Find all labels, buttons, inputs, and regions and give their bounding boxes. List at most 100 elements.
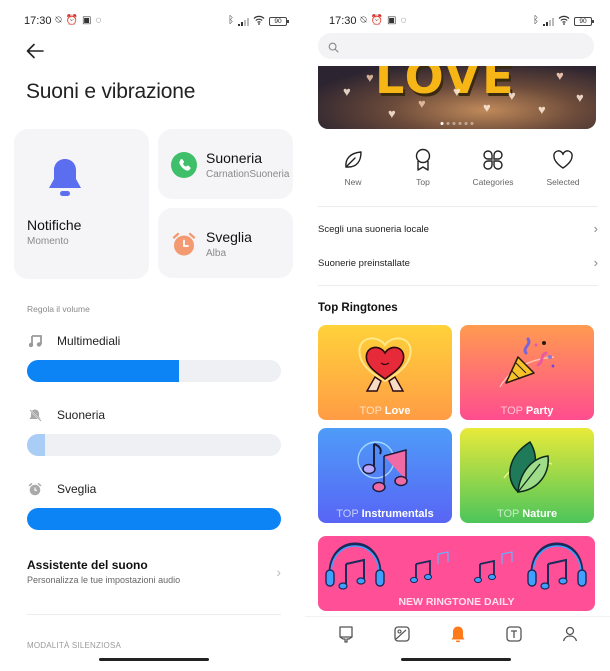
tile-label: TOP Love [318,405,452,417]
carousel-dot[interactable] [440,122,444,125]
nav-fonts[interactable] [499,622,529,646]
heart-decoration: ♥ [508,88,516,103]
ringtones-app-screen: 17:30 ⍉ ⏰ ▣ ◌ ᛒ 90 LOVE ♥ ♥ ♥ ♥ ♥ ♥ ♥ ♥ … [305,0,610,671]
volume-label: Sveglia [57,482,97,496]
slider-fill [27,434,45,456]
status-bar: 17:30 ⍉ ⏰ ▣ ◌ ᛒ 90 [329,14,594,28]
home-indicator[interactable] [99,658,209,661]
ringtone-card[interactable]: Suoneria CarnationSuoneria [158,129,293,199]
tile-top-nature[interactable]: TOP Nature [460,428,594,523]
ribbon-award-icon [413,148,433,172]
sound-settings-screen: 17:30 ⍉ ⏰ ▣ ◌ ᛒ 90 Suoni e vibrazione No… [0,0,305,671]
wifi-icon [253,15,265,28]
tile-name: Instrumentals [361,508,434,520]
status-time: 17:30 [24,15,52,27]
tile-name: Nature [522,508,558,520]
battery-icon: 90 [269,16,289,26]
wifi-icon [558,15,570,28]
vibrate-off-icon: ⍉ [360,15,367,26]
category-top[interactable]: Top [388,148,458,187]
tile-prefix: TOP [359,405,382,417]
media-volume-slider[interactable] [27,360,281,382]
new-ringtone-daily-banner[interactable]: NEW RINGTONE DAILY [318,536,595,611]
tile-label: TOP Party [460,405,594,417]
search-bar[interactable] [318,33,594,59]
volume-label: Suoneria [57,408,106,422]
sound-assistant-item[interactable]: Assistente del suono Personalizza le tue… [27,558,281,588]
signal-icon [543,17,554,26]
music-note-icon [27,333,43,349]
back-button[interactable] [24,40,46,62]
divider [318,285,598,286]
bluetooth-icon: ᛒ [228,15,234,26]
sound-assistant-title: Assistente del suono [27,558,148,572]
preinstalled-ringtones-item[interactable]: Suonerie preinstallate › [318,253,598,273]
slider-fill [27,508,281,530]
battery-icon: 90 [574,16,594,26]
nav-profile[interactable] [555,622,585,646]
bell-icon [46,157,84,204]
carousel-dot[interactable] [446,122,450,125]
chevron-right-icon: › [276,564,281,580]
category-shortcuts: New Top Categories Selected [318,148,598,187]
profile-icon [562,626,578,642]
sound-assistant-subtitle: Personalizza le tue impostazioni audio [27,575,181,585]
volume-row-media: Multimediali [27,333,281,382]
whatsapp-icon: ◌ [400,15,407,26]
carousel-dot[interactable] [458,122,462,125]
category-new[interactable]: New [318,148,388,187]
silent-mode-section-label: MODALITÀ SILENZIOSA [27,641,122,650]
nav-gallery[interactable] [387,622,417,646]
heart-decoration: ♥ [366,70,374,85]
carousel-dot[interactable] [464,122,468,125]
volume-row-alarm: Sveglia [27,481,281,530]
alarm-clock-icon [27,481,43,497]
status-bar: 17:30 ⍉ ⏰ ▣ ◌ ᛒ 90 [24,14,289,28]
home-indicator[interactable] [401,658,511,661]
bottom-navigation [318,622,598,646]
heart-decoration: ♥ [388,106,396,121]
tile-prefix: TOP [336,508,359,520]
alarm-icon: ⏰ [65,15,78,26]
alarm-card[interactable]: Sveglia Alba [158,208,293,278]
tile-top-love[interactable]: TOP Love [318,325,452,420]
volume-section-label: Regola il volume [27,304,90,314]
phone-icon [171,152,197,178]
list-item-label: Scegli una suoneria locale [318,224,429,235]
tile-top-party[interactable]: TOP Party [460,325,594,420]
category-label: New [344,177,362,187]
gallery-icon [394,626,410,642]
notifications-card[interactable]: Notifiche Momento [14,129,149,279]
vibrate-off-icon: ⍉ [55,15,62,26]
heart-decoration: ♥ [343,84,351,99]
divider [305,616,610,617]
heart-decoration: ♥ [576,90,584,105]
alarm-title: Sveglia [206,229,252,245]
headphones-icon [325,542,385,590]
carousel-dots [440,122,474,125]
local-ringtone-item[interactable]: Scegli una suoneria locale › [318,219,598,239]
category-categories[interactable]: Categories [458,148,528,187]
music-notes-icon [474,551,513,584]
ringtone-title: Suoneria [206,150,263,166]
page-title: Suoni e vibrazione [26,80,196,103]
arrow-left-icon [26,43,44,59]
nav-ringtones[interactable] [443,622,473,646]
bluetooth-icon: ᛒ [533,15,539,26]
tile-name: Party [525,405,554,417]
nav-wallpaper[interactable] [331,622,361,646]
promo-banner[interactable]: LOVE ♥ ♥ ♥ ♥ ♥ ♥ ♥ ♥ ♥ ♥ [318,66,596,129]
ringtone-volume-slider[interactable] [27,434,281,456]
chevron-right-icon: › [593,221,598,236]
carousel-dot[interactable] [452,122,456,125]
music-notes-icon [357,441,408,493]
party-popper-icon [499,337,555,388]
category-selected[interactable]: Selected [528,148,598,187]
notifications-subtitle: Momento [27,236,69,247]
tile-top-instrumentals[interactable]: TOP Instrumentals [318,428,452,523]
alarm-volume-slider[interactable] [27,508,281,530]
carousel-dot[interactable] [470,122,474,125]
search-icon [328,40,339,58]
alarm-clock-icon [171,231,197,257]
search-input[interactable] [344,33,584,59]
